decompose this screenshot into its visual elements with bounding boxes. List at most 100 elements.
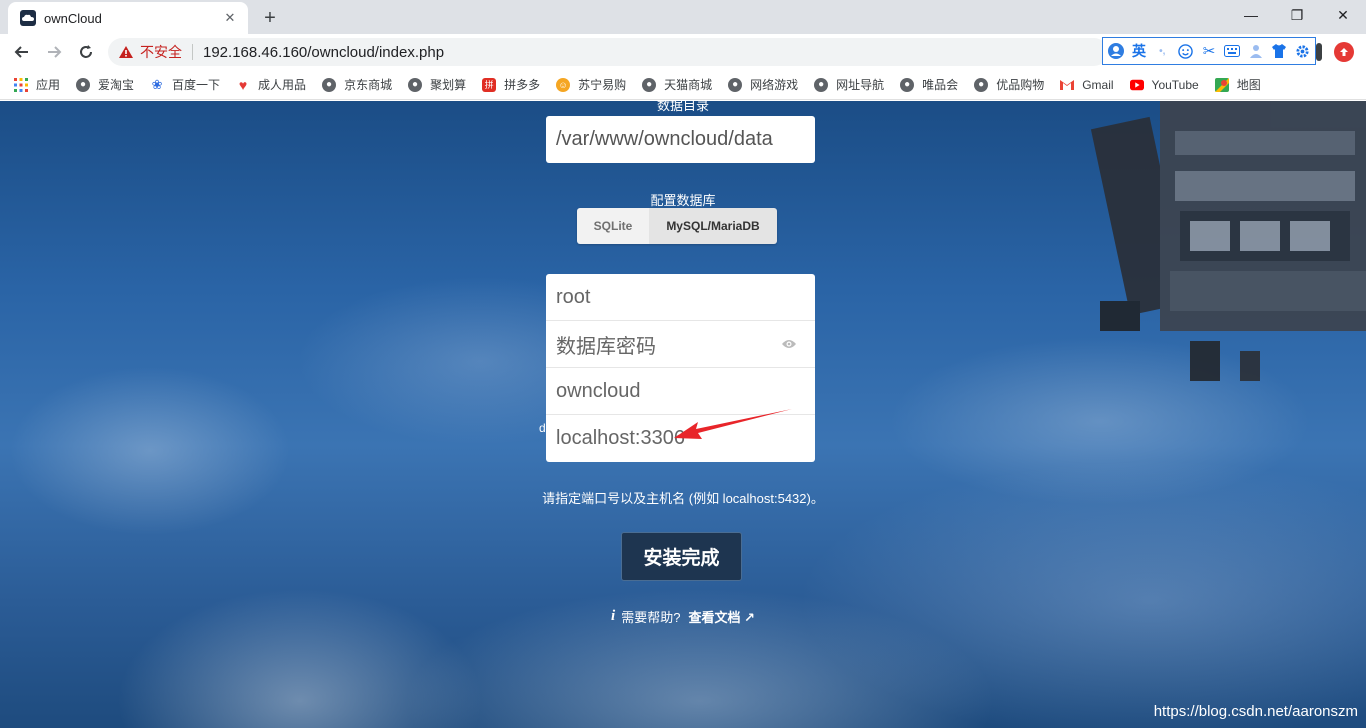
data-dir-label: 数据目录: [656, 101, 709, 113]
new-tab-button[interactable]: +: [258, 6, 282, 30]
bookmark-online-games[interactable]: ● 网络游戏: [728, 76, 798, 93]
globe-icon: ●: [642, 77, 657, 92]
satellite-illustration: [1090, 101, 1366, 381]
bookmark-web-nav[interactable]: ● 网址导航: [814, 76, 884, 93]
globe-icon: ●: [974, 77, 989, 92]
ime-language-toggle[interactable]: 英: [1130, 42, 1147, 60]
youtube-icon: [1129, 78, 1144, 92]
forward-arrow-icon[interactable]: [40, 38, 68, 66]
bookmark-label: 聚划算: [430, 78, 467, 92]
not-secure-label[interactable]: 不安全: [140, 42, 182, 62]
host-hint-text: 请指定端口号以及主机名 (例如 localhost:5432)。: [542, 491, 824, 506]
bookmark-pinduoduo[interactable]: 拼 拼多多: [482, 76, 540, 93]
back-arrow-icon[interactable]: [8, 38, 36, 66]
tab-title: ownCloud: [44, 10, 102, 26]
db-host-cropped-label: d: [539, 421, 546, 435]
pinduoduo-icon: 拼: [482, 77, 497, 92]
bookmark-label: 网络游戏: [750, 78, 799, 92]
bookmark-jd[interactable]: ● 京东商城: [322, 76, 392, 93]
globe-icon: ●: [900, 77, 915, 92]
db-type-switch: SQLite MySQL/MariaDB: [577, 208, 777, 244]
ime-skin-shirt-icon[interactable]: [1270, 42, 1287, 60]
browser-toolbar: 不安全 192.168.46.160/owncloud/index.php 英 …: [0, 34, 1366, 70]
bookmark-label: Gmail: [1082, 77, 1114, 92]
db-option-mysql[interactable]: MySQL/MariaDB: [649, 208, 777, 244]
bookmark-label: 百度一下: [172, 78, 221, 92]
ime-user-icon[interactable]: [1107, 42, 1124, 60]
bookmark-label: 地图: [1236, 78, 1261, 92]
ime-emoji-icon[interactable]: [1177, 42, 1194, 60]
db-user-field[interactable]: root: [546, 274, 815, 321]
csdn-watermark: https://blog.csdn.net/aaronszm: [1153, 703, 1358, 720]
bookmark-youtube[interactable]: YouTube: [1129, 77, 1199, 92]
bookmark-tmall[interactable]: ● 天猫商城: [642, 76, 712, 93]
bookmark-youpin[interactable]: ● 优品购物: [974, 76, 1044, 93]
bookmark-aitaobao[interactable]: ● 爱淘宝: [76, 76, 134, 93]
red-annotation-arrow: [674, 409, 792, 439]
info-icon: i: [611, 608, 616, 624]
browser-tab[interactable]: ownCloud ✕: [8, 2, 248, 34]
bookmark-label: 天猫商城: [664, 78, 713, 92]
address-bar[interactable]: 不安全 192.168.46.160/owncloud/index.php: [108, 38, 1108, 66]
window-close-button[interactable]: ✕: [1320, 0, 1366, 30]
suning-icon: ☺: [556, 77, 571, 92]
data-dir-input[interactable]: /var/www/owncloud/data: [546, 116, 815, 163]
minimize-button[interactable]: —: [1228, 0, 1274, 30]
globe-icon: ●: [408, 77, 423, 92]
bookmark-label: YouTube: [1151, 77, 1199, 92]
globe-icon: ●: [728, 77, 743, 92]
bookmark-label: 成人用品: [258, 78, 307, 92]
maps-icon: [1214, 77, 1229, 92]
db-config-label: 配置数据库: [650, 193, 716, 208]
owncloud-setup-page: 数据目录 /var/www/owncloud/data 配置数据库 SQLite…: [0, 101, 1366, 728]
restore-button[interactable]: ❐: [1274, 0, 1320, 30]
db-password-placeholder: 数据库密码: [556, 335, 656, 358]
bookmark-label: 拼多多: [504, 78, 541, 92]
update-arrow-icon[interactable]: [1334, 42, 1354, 62]
ime-scissors-icon[interactable]: ✂: [1200, 42, 1217, 60]
finish-setup-button[interactable]: 安装完成: [621, 532, 742, 581]
reload-icon[interactable]: [72, 38, 100, 66]
warning-icon: [119, 46, 133, 58]
bookmark-label: 优品购物: [996, 78, 1045, 92]
bookmark-label: 爱淘宝: [98, 78, 135, 92]
bookmarks-bar: 应用 ● 爱淘宝 ❀ 百度一下 ♥ 成人用品 ● 京东商城 ● 聚划算 拼 拼多…: [0, 70, 1366, 100]
db-option-sqlite[interactable]: SQLite: [577, 208, 649, 244]
bookmark-maps[interactable]: 地图: [1214, 76, 1261, 93]
bookmark-label: 网址导航: [836, 78, 885, 92]
ime-toolbar[interactable]: 英 •, ✂: [1102, 37, 1316, 65]
ime-keyboard-icon[interactable]: [1224, 42, 1241, 60]
apps-grid-icon: [14, 77, 28, 92]
url-text[interactable]: 192.168.46.160/owncloud/index.php: [203, 44, 444, 61]
owncloud-favicon-icon: [20, 10, 36, 26]
bookmark-label: 京东商城: [344, 78, 393, 92]
globe-icon: ●: [76, 77, 91, 92]
omnibox-divider: [192, 44, 193, 60]
eye-icon[interactable]: [781, 338, 797, 350]
help-line: i 需要帮助? 查看文档 ↗: [0, 607, 1366, 626]
bookmark-apps[interactable]: 应用: [14, 76, 60, 93]
bookmark-vip[interactable]: ● 唯品会: [900, 76, 958, 93]
view-docs-link[interactable]: 查看文档 ↗: [688, 607, 755, 626]
tab-strip: ownCloud ✕ + — ❐ ✕: [0, 0, 1366, 34]
ime-settings-gear-icon[interactable]: [1294, 42, 1311, 60]
globe-icon: ●: [322, 77, 337, 92]
bookmark-baidu[interactable]: ❀ 百度一下: [150, 76, 220, 93]
globe-icon: ●: [814, 77, 829, 92]
bookmark-suning[interactable]: ☺ 苏宁易购: [556, 76, 626, 93]
ime-person-icon[interactable]: [1247, 42, 1264, 60]
tab-close-icon[interactable]: ✕: [222, 10, 238, 26]
bookmark-label: 唯品会: [922, 78, 959, 92]
heart-icon: ♥: [238, 76, 248, 93]
bookmark-label: 应用: [36, 78, 61, 92]
baidu-paw-icon: ❀: [151, 76, 163, 92]
bookmark-label: 苏宁易购: [578, 78, 627, 92]
bookmark-adult-goods[interactable]: ♥ 成人用品: [236, 76, 306, 93]
db-password-field[interactable]: 数据库密码: [546, 321, 815, 368]
gmail-icon: [1060, 78, 1075, 92]
toolbar-extension-icon[interactable]: [1316, 43, 1322, 61]
ime-punctuation-icon[interactable]: •,: [1154, 42, 1171, 60]
bookmark-gmail[interactable]: Gmail: [1060, 77, 1114, 92]
help-text: 需要帮助?: [621, 610, 681, 625]
bookmark-juhuasuan[interactable]: ● 聚划算: [408, 76, 466, 93]
